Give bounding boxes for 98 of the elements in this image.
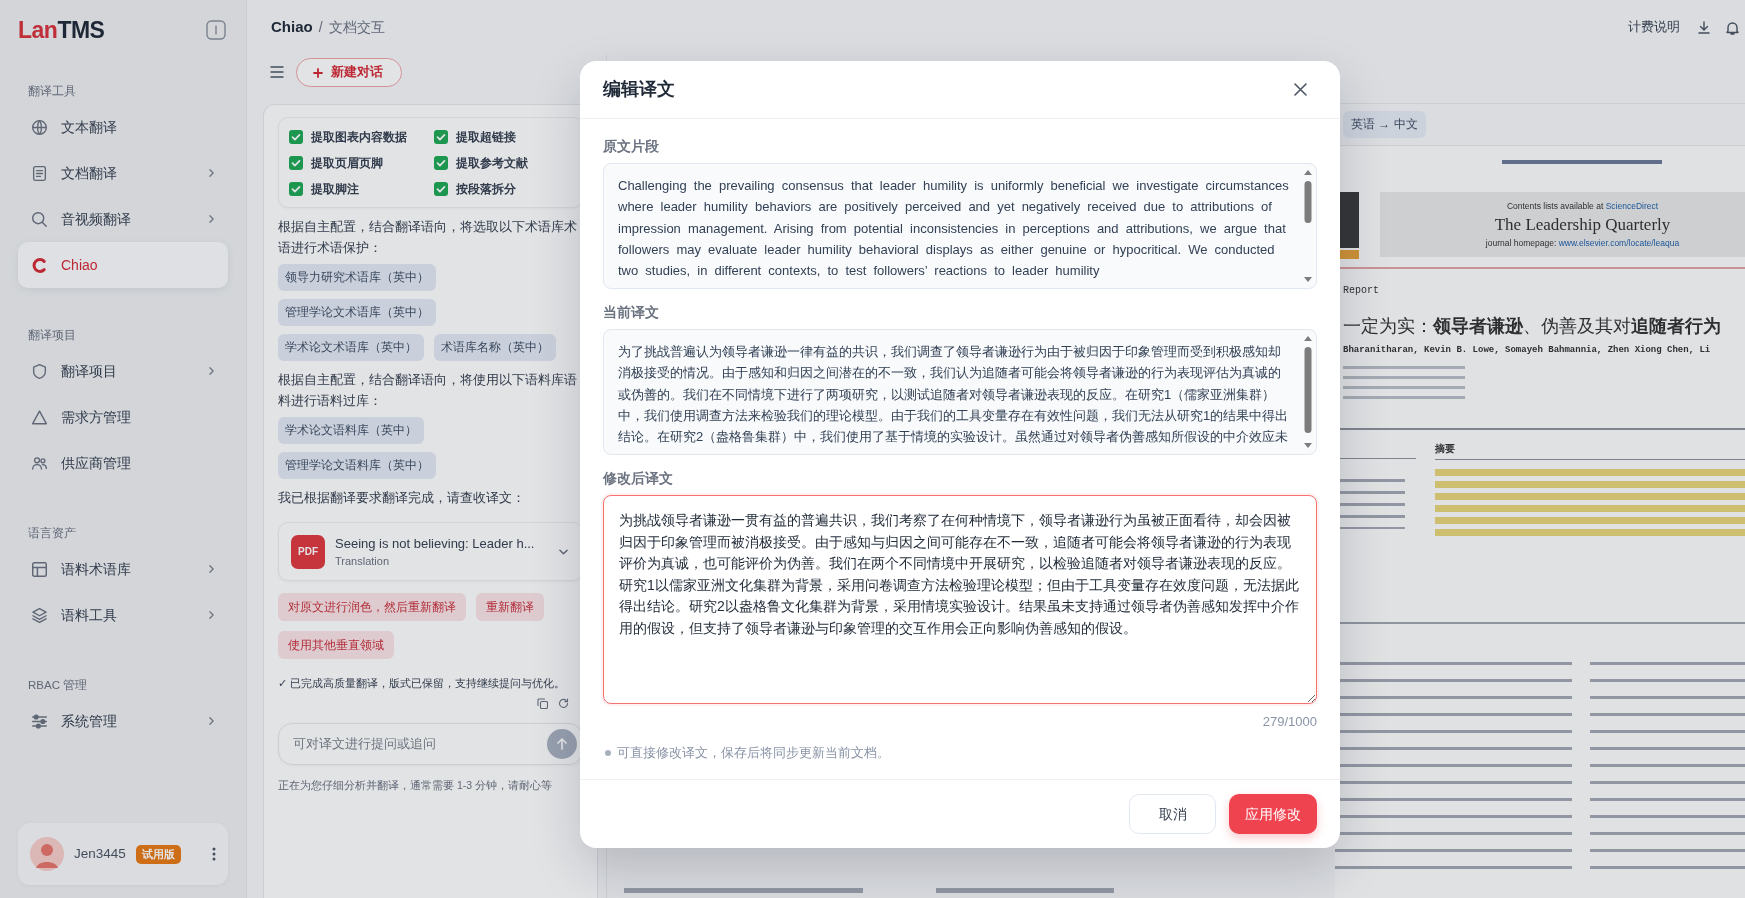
layers-icon	[32, 607, 47, 623]
language-pair-tag: 英语 → 中文	[1343, 111, 1426, 138]
article-type: Report	[1343, 285, 1379, 297]
breadcrumb-link[interactable]: Chiao	[271, 16, 313, 39]
file-type-icon: PDF	[291, 534, 325, 569]
file-subtitle: Translation	[335, 554, 390, 569]
close-icon[interactable]	[1294, 83, 1307, 96]
checkbox[interactable]	[434, 129, 448, 144]
character-count: 279/1000	[1262, 713, 1317, 731]
section-title: 语言资产	[27, 526, 77, 541]
message-text: 我已根据翻译要求翻译完成，请查收译文：	[278, 489, 526, 507]
section-title: RBAC 管理	[27, 678, 89, 693]
checkbox[interactable]	[289, 129, 303, 144]
triangle-icon	[32, 409, 47, 425]
checkbox[interactable]	[289, 155, 303, 170]
apply-button[interactable]: 应用修改	[1229, 794, 1317, 834]
suggestion-chip[interactable]: 重新翻译	[476, 593, 544, 621]
bell-icon[interactable]	[1726, 20, 1739, 35]
homepage-text: journal homepage: www.elsevier.com/locate/leaqua	[1485, 237, 1680, 249]
hint-text: 可直接修改译文，保存后将同步更新当前文档。	[617, 745, 890, 762]
sidebar-item[interactable]: 语料术语库	[18, 546, 228, 592]
user-name: Jen3445	[74, 844, 126, 863]
sidebar-item[interactable]: Chiao	[18, 242, 228, 288]
sidebar-item[interactable]: 音视频翻译	[18, 196, 228, 242]
message-text: 根据自主配置，结合翻译语向，将选取以下术语库术语进行术语保护：	[278, 218, 578, 257]
field-label: 修改后译文	[603, 470, 674, 488]
c-logo-icon	[32, 257, 47, 273]
sidebar-item[interactable]: 文档翻译	[18, 150, 228, 196]
suggestion-chip[interactable]: 使用其他垂直领域	[278, 631, 394, 659]
section-title: 翻译项目	[27, 328, 77, 343]
arrow-up-icon	[557, 737, 567, 750]
checkbox[interactable]	[434, 181, 448, 196]
sidebar-item[interactable]: 系统管理	[18, 698, 228, 744]
menu-icon[interactable]	[270, 66, 284, 78]
author-list: Bharanitharan, Kevin B. Lowe, Somayeh Bahmannia, Zhen Xiong Chen, Li	[1343, 344, 1745, 358]
breadcrumb-current: 文档交互	[328, 18, 385, 37]
cancel-button[interactable]: 取消	[1129, 794, 1216, 834]
section-title: 翻译工具	[27, 84, 77, 99]
option-label: 提取脚注	[311, 180, 359, 198]
footnote-text: 正在为您仔细分析并翻译，通常需要 1-3 分钟，请耐心等	[278, 777, 553, 793]
chat-input[interactable]: 可对译文进行提问或追问	[278, 722, 583, 765]
resource-tag: 管理学论文术语库（英中）	[278, 299, 436, 326]
users-icon	[32, 455, 47, 471]
plus-icon	[313, 67, 323, 78]
search-icon	[32, 211, 47, 227]
homepage-link[interactable]: www.elsevier.com/locate/leaqua	[1558, 237, 1680, 248]
scrollbar[interactable]	[1304, 336, 1312, 448]
translation-textarea[interactable]: 为挑战领导者谦逊一贯有益的普遍共识，我们考察了在何种情境下，领导者谦逊行为虽被正面看待，却会因被归因于印象管理而被消极接受。由于感知与归因之间可能存在不一致，追随者可能会将领导者谦逊的行为表现评价为真诚，也可能评价为伪善。我们在两个不同情境中开展研究，以检验追随者对领导者谦逊表现的反应。研究1以儒家亚洲文化集群为背景，采用问卷调查方法检验理论模型；但由于工具变量存在效度问题，无法据此得出结论。研究2以盎格鲁文化集群为背景，采用情境实验设计。结果虽未支持通过领导者伪善感知发挥中介作用的假设，但支持了领导者谦逊与印象管理的交互作用会正向影响伪善感知的假设。	[603, 495, 1317, 704]
journal-title: The Leadership Quarterly	[1494, 213, 1671, 236]
refresh-icon[interactable]	[558, 697, 569, 709]
billing-link[interactable]: 计费说明	[1628, 18, 1680, 37]
sidebar-item[interactable]: 语料工具	[18, 592, 228, 638]
app-logo: LanTMS	[18, 16, 105, 44]
checkbox[interactable]	[434, 155, 448, 170]
shield-icon	[32, 363, 47, 379]
resource-tag: 领导力研究术语库（英中）	[278, 264, 436, 291]
field-label: 原文片段	[603, 138, 660, 156]
article-title: 一定为实：领导者谦逊、伪善及其对追随者行为	[1343, 315, 1722, 338]
checkbox[interactable]	[289, 181, 303, 196]
resource-tag: 学术论文术语库（英中）	[278, 334, 424, 361]
option-label: 提取页眉页脚	[311, 154, 383, 172]
globe-icon	[32, 119, 47, 135]
avatar-icon[interactable]	[30, 837, 64, 871]
resource-tag: 学术论文语料库（英中）	[278, 417, 424, 444]
suggestion-chip[interactable]: 对原文进行润色，然后重新翻译	[278, 593, 466, 621]
sciencedirect-link[interactable]: ScienceDirect	[1605, 200, 1659, 211]
status-text: ✓ 已完成高质量翻译，版式已保留，支持继续提问与优化。	[278, 676, 567, 691]
document-icon	[32, 165, 47, 181]
sidebar-item[interactable]: 文本翻译	[18, 104, 228, 150]
field-label: 当前译文	[603, 304, 660, 322]
readonly-text-area: 为了挑战普遍认为领导者谦逊一律有益的共识，我们调查了领导者谦逊行为由于被归因于印象管理而受到积极感知却消极接受的情况。由于感知和归因之间潜在的不一致，我们认为追随者可能会将领导者谦逊的行为表现评估为真诚的或伪善的。我们在不同情境下进行了两项研究，以测试追随者对领导者谦逊表现的反应。在研究1（儒家亚洲集群）中，我们使用调查方法来检验我们的理论模型。由于我们的工具变量存在有效性问题，我们无法从研究1的结果中得出结论。在研究2（盎格鲁集群）中，我们使用了基于情境的实验设计。虽然通过对领导者伪善感知所假设的中介效应未	[603, 329, 1317, 455]
availability-text: Contents lists available at ScienceDirect	[1506, 200, 1659, 212]
option-label: 按段落拆分	[456, 180, 516, 198]
more-icon[interactable]	[212, 847, 216, 861]
dialog-title: 编辑译文	[603, 78, 675, 101]
breadcrumb-separator: /	[318, 18, 323, 37]
resource-tag: 术语库名称（英中）	[434, 334, 556, 361]
sidebar-item[interactable]: 供应商管理	[18, 440, 228, 486]
file-name: Seeing is not believing: Leader h...	[335, 534, 535, 553]
sidebar-item[interactable]: 翻译项目	[18, 348, 228, 394]
new-chat-button[interactable]: 新建对话	[296, 58, 402, 87]
option-label: 提取图表内容数据	[311, 128, 407, 146]
download-icon[interactable]	[1698, 21, 1710, 34]
abstract-heading: 摘要	[1435, 441, 1456, 456]
plan-badge: 试用版	[135, 844, 181, 864]
scrollbar[interactable]	[1304, 170, 1312, 282]
sliders-icon	[32, 713, 47, 729]
readonly-text-area: Challenging the prevailing consensus that leader humility is uniformly beneficial we investigate circumstances where leader humility behaviors are positively perceived and yet negatively received due to attributions of impression management. Arising from potential inconsistencies in perceptions and attributions, we argue that followers may evaluate leader humility behavioral displays as either genuine or hypocritical. We conducted two studies, in different contexts, to test followers’ reactions to leader humility	[603, 163, 1317, 289]
grid-icon	[32, 561, 47, 577]
option-label: 提取超链接	[456, 128, 516, 146]
message-text: 根据自主配置，结合翻译语向，将使用以下语料库语料进行语料过库：	[278, 371, 578, 410]
option-label: 提取参考文献	[456, 154, 528, 172]
sidebar-item[interactable]: 需求方管理	[18, 394, 228, 440]
resource-tag: 管理学论文语料库（英中）	[278, 452, 436, 479]
sidebar-toggle-icon[interactable]	[206, 20, 226, 40]
chevron-down-icon[interactable]	[559, 548, 568, 555]
copy-icon[interactable]	[537, 697, 548, 709]
bullet-dot-icon	[605, 750, 611, 756]
